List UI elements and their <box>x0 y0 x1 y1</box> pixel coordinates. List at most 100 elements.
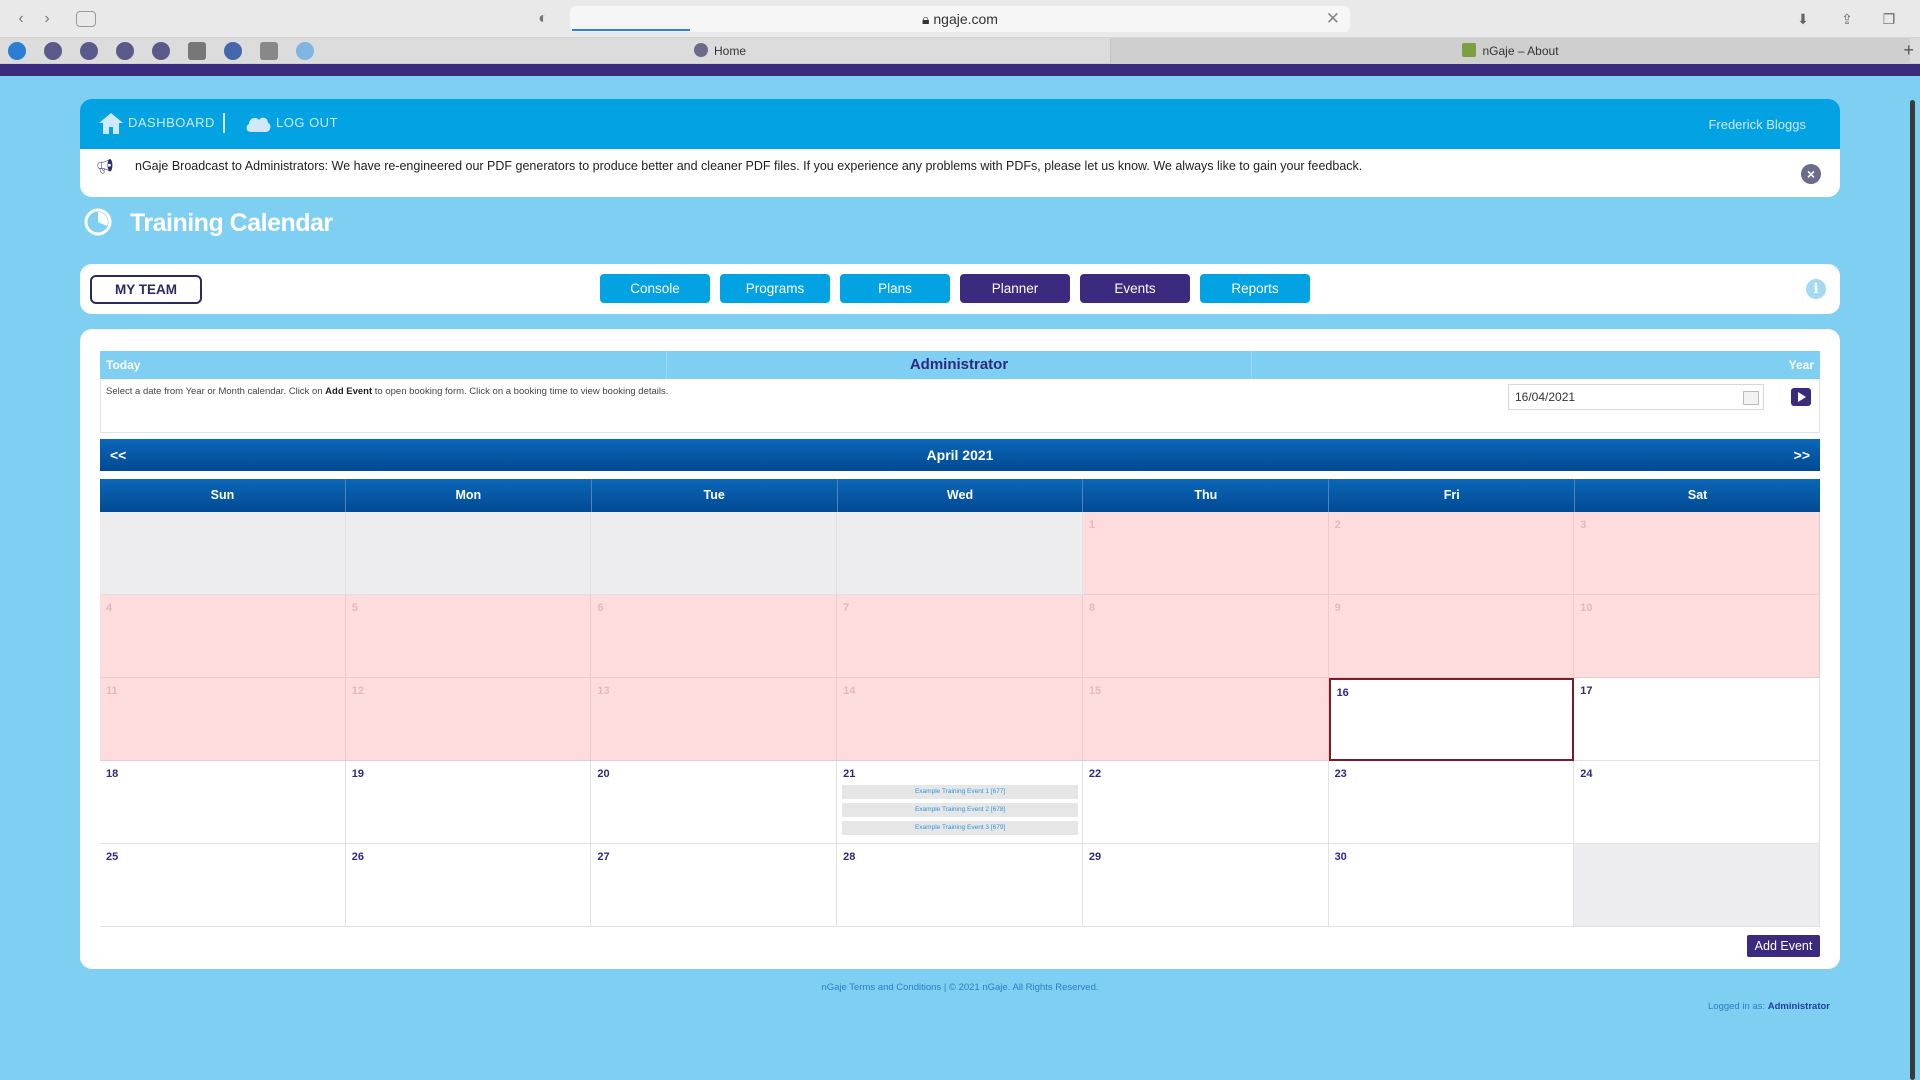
calendar-day-24[interactable]: 24 <box>1574 761 1820 844</box>
calendar-day-25[interactable]: 25 <box>100 844 346 927</box>
calendar-day-27[interactable]: 27 <box>591 844 838 927</box>
logout-link[interactable]: LOG OUT <box>276 115 338 130</box>
logged-in-as: Logged in as: Administrator <box>1708 1001 1830 1012</box>
day-number: 6 <box>597 602 604 614</box>
calendar-day-26[interactable]: 26 <box>345 844 592 927</box>
day-number: 13 <box>597 685 610 697</box>
download-icon[interactable]: ⬇ <box>1792 8 1814 30</box>
today-link[interactable]: Today <box>106 358 140 372</box>
calendar-event[interactable]: Example Training Event 3 [679] <box>842 821 1079 835</box>
day-number: 18 <box>106 768 119 780</box>
sidebar-icon[interactable] <box>76 11 96 27</box>
privacy-shield-icon[interactable]: ◐ <box>532 9 554 29</box>
day-number: 25 <box>106 851 119 863</box>
day-number: 26 <box>351 851 364 863</box>
calendar-day-6[interactable]: 6 <box>591 595 838 678</box>
close-icon[interactable]: × <box>1801 164 1821 184</box>
dashboard-link[interactable]: DASHBOARD <box>128 115 215 130</box>
new-tab-icon[interactable]: + <box>1903 40 1914 61</box>
calendar-day-8[interactable]: 8 <box>1082 595 1329 678</box>
bookmark-icon[interactable] <box>80 42 98 60</box>
day-number: 19 <box>351 768 364 780</box>
calendar-day-9[interactable]: 9 <box>1328 595 1575 678</box>
calendar-day-12[interactable]: 12 <box>345 678 592 761</box>
bookmark-icon[interactable] <box>224 42 242 60</box>
console-button[interactable]: Console <box>600 274 710 303</box>
calendar-day-2[interactable]: 2 <box>1328 512 1575 595</box>
prev-month-button[interactable]: << <box>110 447 126 463</box>
tab-about[interactable]: nGaje – About <box>1110 38 1910 64</box>
day-number: 1 <box>1088 519 1095 531</box>
date-input[interactable]: 16/04/2021 <box>1508 384 1764 410</box>
header-divider <box>223 113 225 133</box>
calendar-day-30[interactable]: 30 <box>1328 844 1575 927</box>
calendar-day-14[interactable]: 14 <box>837 678 1083 761</box>
calendar-day-4[interactable]: 4 <box>100 595 346 678</box>
cloud-icon[interactable] <box>244 112 272 134</box>
year-link[interactable]: Year <box>1789 358 1814 372</box>
calendar-day-28[interactable]: 28 <box>837 844 1083 927</box>
page-scrollbar[interactable] <box>1910 100 1915 1080</box>
calendar-day-19[interactable]: 19 <box>345 761 592 844</box>
weekday-label: Sat <box>1575 479 1821 512</box>
bookmark-icon[interactable] <box>188 42 206 60</box>
calendar-day-15[interactable]: 15 <box>1082 678 1329 761</box>
calendar-day-3[interactable]: 3 <box>1574 512 1820 595</box>
instructions-text: Select a date from Year or Month calenda… <box>106 386 669 397</box>
go-arrow-button[interactable] <box>1791 388 1811 406</box>
reports-button[interactable]: Reports <box>1200 274 1310 303</box>
calendar-icon[interactable] <box>1743 391 1759 405</box>
calendar-day-1[interactable]: 1 <box>1082 512 1329 595</box>
browser-toolbar: ‹ › ◐ 🔒︎ ngaje.com ✕ ⬇ ⇪ ❐ <box>0 0 1920 38</box>
calendar-day-21[interactable]: 21 Example Training Event 1 [677] Example … <box>837 761 1083 844</box>
month-nav-bar: April 2021 << >> <box>100 439 1820 471</box>
calendar-day-23[interactable]: 23 <box>1328 761 1575 844</box>
address-bar[interactable]: 🔒︎ ngaje.com ✕ <box>570 6 1350 32</box>
footer-text[interactable]: nGaje Terms and Conditions | © 2021 nGaj… <box>0 982 1920 993</box>
calendar-day-11[interactable]: 11 <box>100 678 346 761</box>
calendar-day-29[interactable]: 29 <box>1082 844 1329 927</box>
share-icon[interactable]: ⇪ <box>1836 8 1858 30</box>
url-text: ngaje.com <box>933 11 998 27</box>
calendar-day-18[interactable]: 18 <box>100 761 346 844</box>
bookmark-icon[interactable] <box>8 42 26 60</box>
user-name[interactable]: Frederick Bloggs <box>1708 117 1806 132</box>
weekday-label: Sun <box>100 479 346 512</box>
logged-in-user[interactable]: Administrator <box>1768 1001 1830 1012</box>
bookmarks-tab-bar: Home nGaje – About + <box>0 38 1920 64</box>
calendar-event[interactable]: Example Training Event 2 [678] <box>842 803 1079 817</box>
stop-loading-icon[interactable]: ✕ <box>1326 6 1340 32</box>
bookmark-icon[interactable] <box>116 42 134 60</box>
bookmark-icon[interactable] <box>44 42 62 60</box>
my-team-button[interactable]: MY TEAM <box>90 275 202 304</box>
plans-button[interactable]: Plans <box>840 274 950 303</box>
calendar-day-empty <box>591 512 838 595</box>
back-icon[interactable]: ‹ <box>10 9 32 29</box>
calendar-day-17[interactable]: 17 <box>1574 678 1820 761</box>
month-label: April 2021 <box>926 447 994 463</box>
bookmark-icon[interactable] <box>152 42 170 60</box>
forward-icon[interactable]: › <box>36 9 58 29</box>
calendar-day-5[interactable]: 5 <box>345 595 592 678</box>
day-number: 23 <box>1334 768 1347 780</box>
bookmark-icon[interactable] <box>260 42 278 60</box>
info-icon[interactable]: i <box>1806 279 1826 299</box>
planner-button[interactable]: Planner <box>960 274 1070 303</box>
bookmark-icon[interactable] <box>296 42 314 60</box>
next-month-button[interactable]: >> <box>1794 447 1810 463</box>
instructions-row: Select a date from Year or Month calenda… <box>100 379 1820 433</box>
calendar-day-22[interactable]: 22 <box>1082 761 1329 844</box>
day-number: 10 <box>1580 602 1593 614</box>
calendar-day-7[interactable]: 7 <box>837 595 1083 678</box>
calendar-day-20[interactable]: 20 <box>591 761 838 844</box>
add-event-button[interactable]: Add Event <box>1747 935 1820 957</box>
calendar-day-13[interactable]: 13 <box>591 678 838 761</box>
events-button[interactable]: Events <box>1080 274 1190 303</box>
calendar-event[interactable]: Example Training Event 1 [677] <box>842 785 1079 799</box>
calendar-day-16[interactable]: 16 <box>1328 678 1575 761</box>
tab-home[interactable]: Home <box>330 38 1110 64</box>
tabs-overview-icon[interactable]: ❐ <box>1878 8 1900 30</box>
home-icon[interactable] <box>98 111 124 135</box>
calendar-day-10[interactable]: 10 <box>1574 595 1820 678</box>
programs-button[interactable]: Programs <box>720 274 830 303</box>
